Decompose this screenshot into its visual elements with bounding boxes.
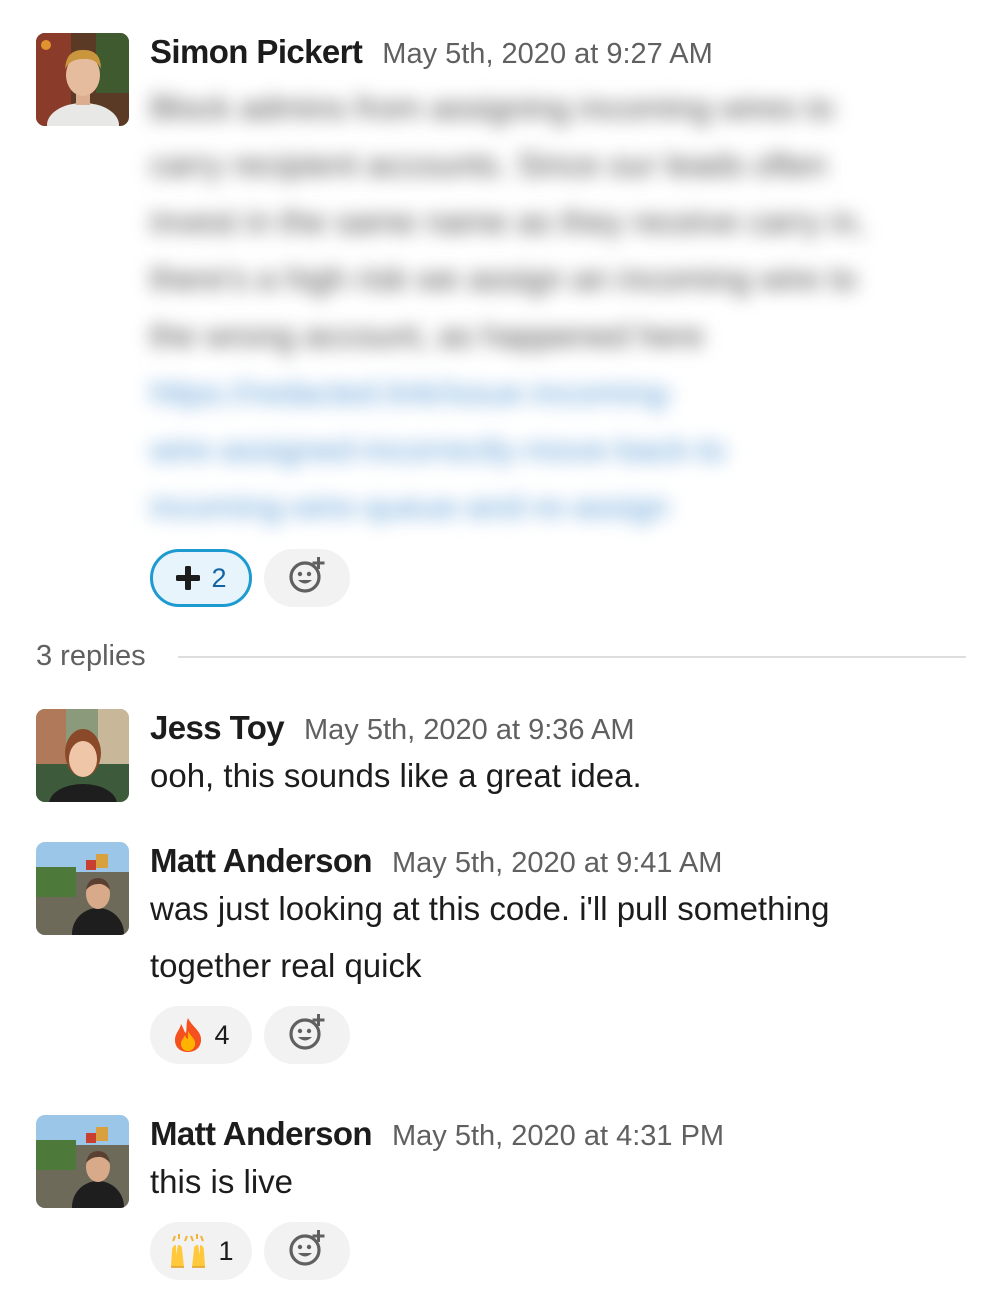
reaction-raised-hands[interactable]: 1 <box>150 1222 252 1280</box>
timestamp[interactable]: May 5th, 2020 at 4:31 PM <box>392 1120 724 1153</box>
avatar[interactable] <box>36 33 129 126</box>
reaction-fire[interactable]: 4 <box>150 1006 252 1064</box>
add-emoji-icon <box>287 1012 327 1059</box>
message-text: ooh, this sounds like a great idea. <box>150 757 642 794</box>
message-text-line: together real quick <box>150 947 422 984</box>
reaction-bar: 1 <box>150 1222 970 1280</box>
replies-divider: 3 replies <box>36 640 966 673</box>
author-name[interactable]: Matt Anderson <box>150 842 373 880</box>
add-emoji-icon <box>287 1228 327 1275</box>
avatar[interactable] <box>36 1115 129 1208</box>
timestamp[interactable]: May 5th, 2020 at 9:36 AM <box>304 714 634 747</box>
reaction-bar: 4 <box>150 1006 970 1064</box>
message-text: this is live <box>150 1163 294 1200</box>
message-text-line: was just looking at this code. i'll pull… <box>150 890 830 927</box>
reaction-plus-one[interactable]: 2 <box>150 549 252 607</box>
message-text: was just looking at this code. i'll pull… <box>150 880 970 994</box>
fire-icon <box>172 1017 204 1053</box>
raised-hands-icon <box>168 1233 208 1269</box>
add-reaction-button[interactable] <box>264 1222 350 1280</box>
replies-count[interactable]: 3 replies <box>36 640 146 673</box>
add-emoji-icon <box>287 555 327 602</box>
author-name[interactable]: Jess Toy <box>150 709 285 747</box>
reaction-count: 4 <box>214 1019 230 1050</box>
reaction-count: 1 <box>218 1235 234 1266</box>
heavy-plus-icon <box>175 565 201 591</box>
timestamp[interactable]: May 5th, 2020 at 9:41 AM <box>392 847 722 880</box>
timestamp[interactable]: May 5th, 2020 at 9:27 AM <box>382 38 712 71</box>
add-reaction-button[interactable] <box>264 1006 350 1064</box>
redacted-message-body: Block admins from assigning incoming wir… <box>150 89 866 525</box>
divider-line <box>177 655 966 658</box>
author-name[interactable]: Simon Pickert <box>150 33 363 71</box>
avatar[interactable] <box>36 842 129 935</box>
reaction-bar: 2 <box>150 549 970 607</box>
author-name[interactable]: Matt Anderson <box>150 1115 373 1153</box>
reaction-count: 2 <box>211 562 227 593</box>
avatar[interactable] <box>36 709 129 802</box>
add-reaction-button[interactable] <box>264 549 350 607</box>
